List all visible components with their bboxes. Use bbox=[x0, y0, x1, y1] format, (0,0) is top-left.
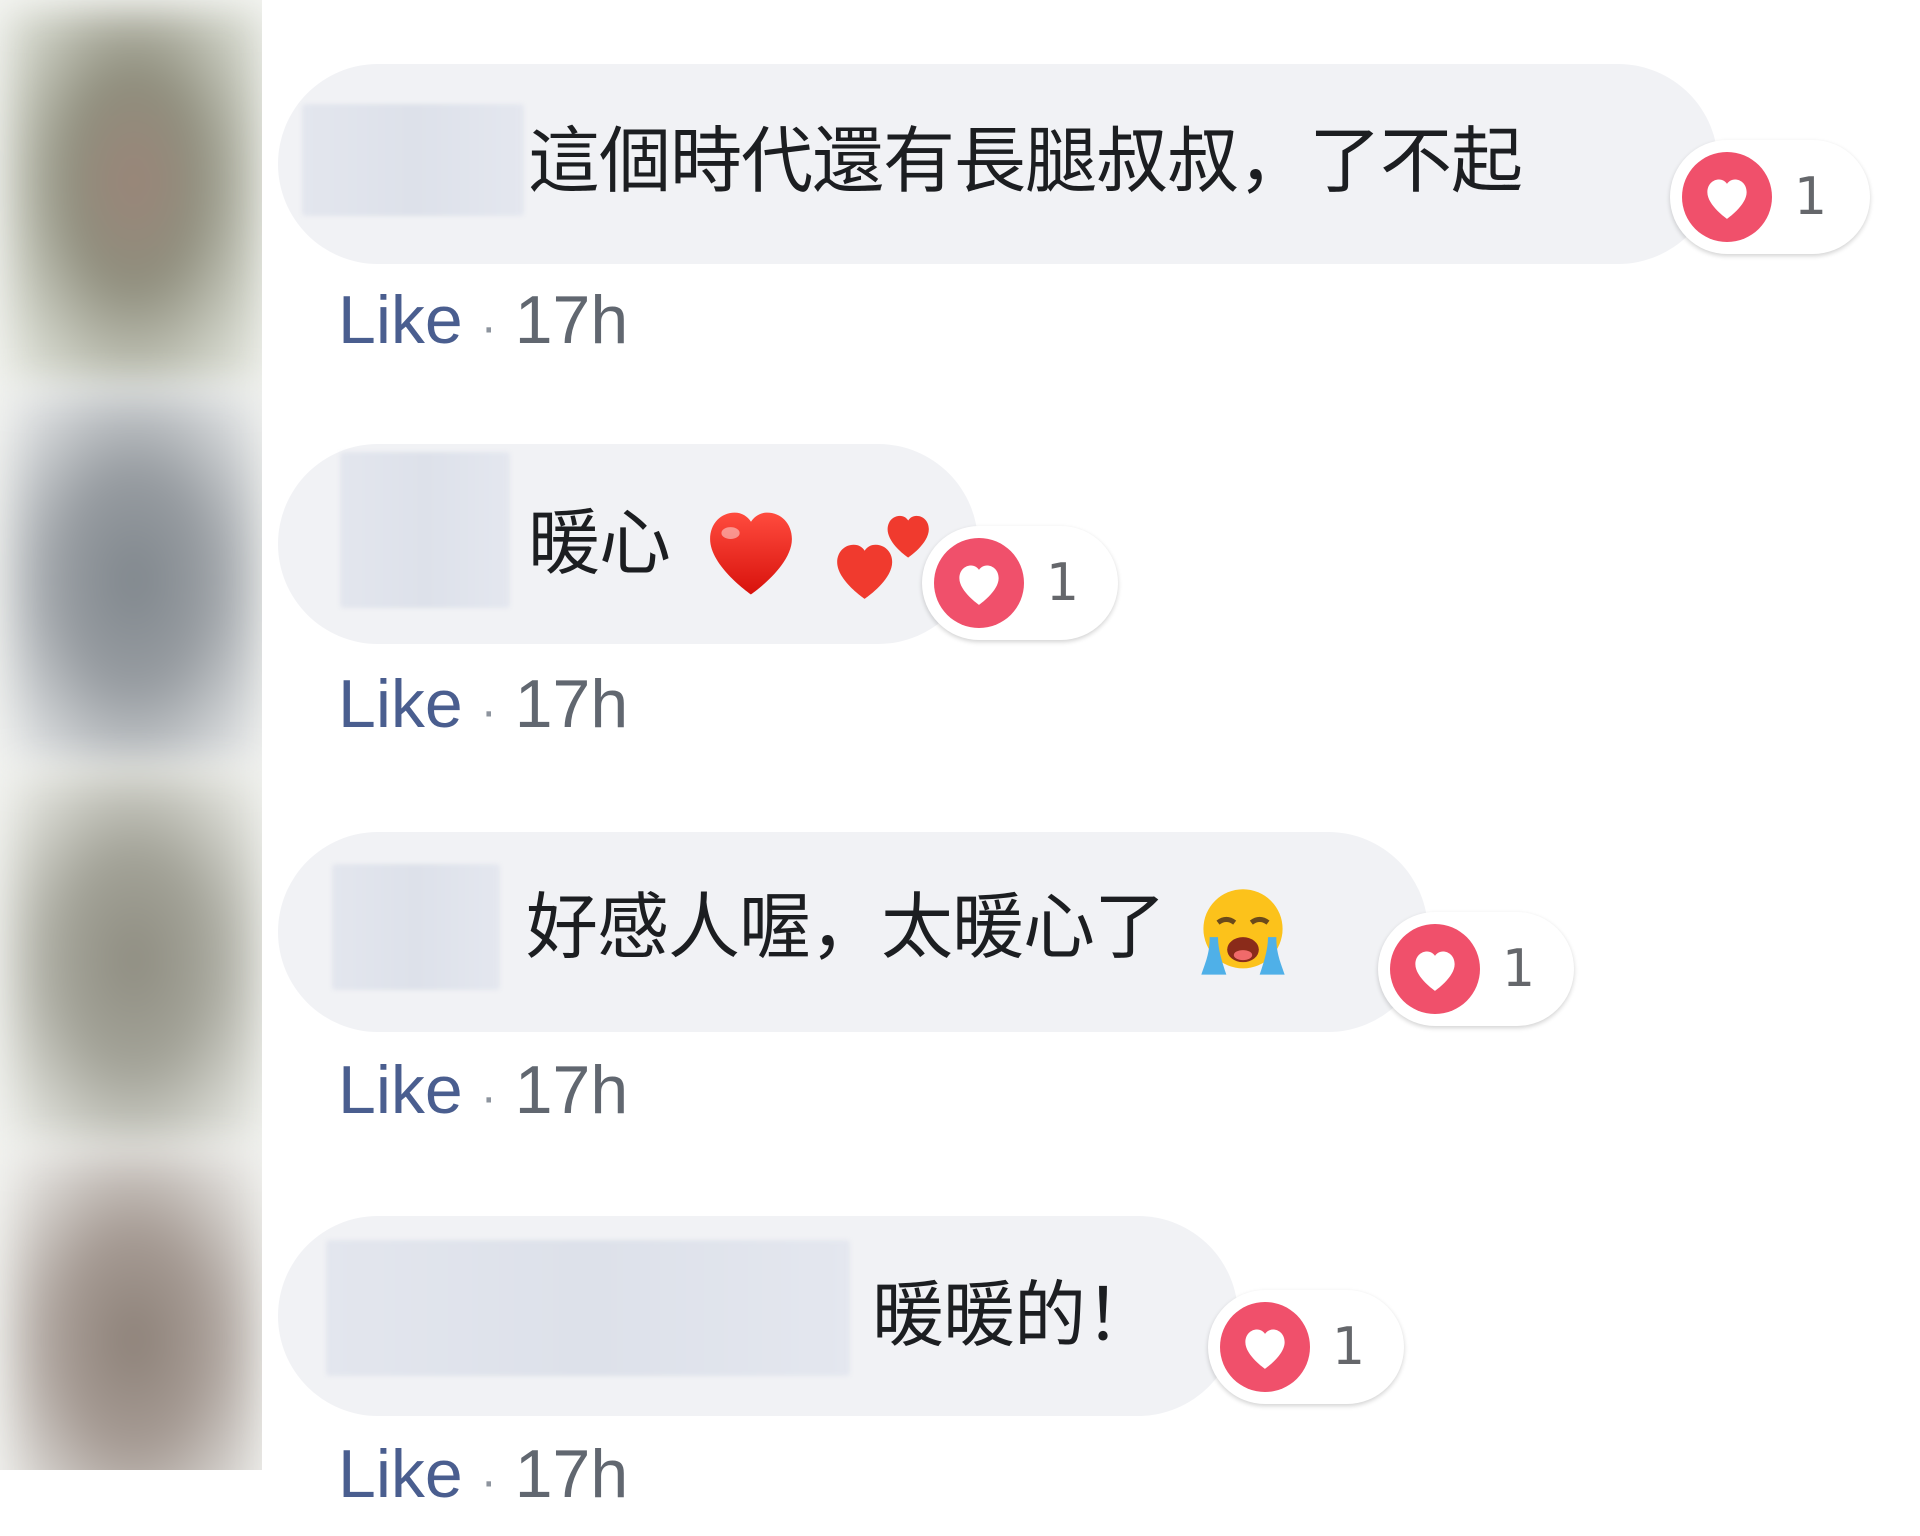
reaction-count: 1 bbox=[1332, 1317, 1366, 1377]
avatar[interactable] bbox=[5, 1150, 262, 1470]
comment-timestamp[interactable]: 17h bbox=[515, 666, 628, 742]
comment-text: 好感人喔，太暖心了 bbox=[526, 882, 1293, 983]
heart-icon bbox=[1390, 924, 1480, 1014]
separator-dot: · bbox=[480, 1071, 497, 1124]
loudly-crying-face-emoji bbox=[1193, 882, 1293, 982]
reaction-badge[interactable]: 1 bbox=[922, 526, 1118, 640]
avatar-column bbox=[0, 0, 262, 1470]
like-link[interactable]: Like bbox=[338, 666, 463, 742]
comment-text: 暖暖的！ bbox=[872, 1273, 1157, 1357]
comment-actions: Like · 17h bbox=[338, 1434, 628, 1522]
heart-icon bbox=[1220, 1302, 1310, 1392]
avatar[interactable] bbox=[5, 390, 262, 770]
comment-text-label: 暖心 bbox=[528, 501, 671, 585]
heart-icon bbox=[934, 538, 1024, 628]
comment-timestamp[interactable]: 17h bbox=[515, 1436, 628, 1512]
comment-timestamp[interactable]: 17h bbox=[515, 282, 628, 358]
reaction-count: 1 bbox=[1794, 167, 1828, 227]
red-heart-emoji bbox=[696, 498, 806, 598]
separator-dot: · bbox=[480, 301, 497, 354]
separator-dot: · bbox=[480, 685, 497, 738]
comment-text-label: 好感人喔，太暖心了 bbox=[526, 885, 1166, 969]
reaction-count: 1 bbox=[1046, 553, 1080, 613]
comment-actions: Like · 17h bbox=[338, 664, 628, 752]
comment-bubble: 暖心 bbox=[278, 444, 978, 644]
comment-text: 暖心 bbox=[528, 498, 938, 600]
comment-actions: Like · 17h bbox=[338, 1050, 628, 1138]
reaction-count: 1 bbox=[1502, 939, 1536, 999]
like-link[interactable]: Like bbox=[338, 282, 463, 358]
comment-bubble: 暖暖的！ bbox=[278, 1216, 1238, 1416]
comment-text: 這個時代還有長腿叔叔，了不起 bbox=[528, 119, 1523, 203]
comment-bubble: 好感人喔，太暖心了 bbox=[278, 832, 1428, 1032]
redacted-author-name[interactable] bbox=[326, 1240, 850, 1376]
separator-dot: · bbox=[480, 1455, 497, 1508]
redacted-author-name[interactable] bbox=[332, 864, 500, 990]
redacted-author-name[interactable] bbox=[340, 452, 510, 608]
like-link[interactable]: Like bbox=[338, 1052, 463, 1128]
like-link[interactable]: Like bbox=[338, 1436, 463, 1512]
reaction-badge[interactable]: 1 bbox=[1670, 140, 1870, 254]
avatar[interactable] bbox=[5, 770, 262, 1150]
avatar[interactable] bbox=[5, 10, 262, 390]
heart-icon bbox=[1682, 152, 1772, 242]
comment-timestamp[interactable]: 17h bbox=[515, 1052, 628, 1128]
redacted-author-name[interactable] bbox=[302, 104, 524, 216]
comment-actions: Like · 17h bbox=[338, 280, 628, 368]
reaction-badge[interactable]: 1 bbox=[1378, 912, 1574, 1026]
comment-bubble: 這個時代還有長腿叔叔，了不起 bbox=[278, 64, 1718, 264]
reaction-badge[interactable]: 1 bbox=[1208, 1290, 1404, 1404]
